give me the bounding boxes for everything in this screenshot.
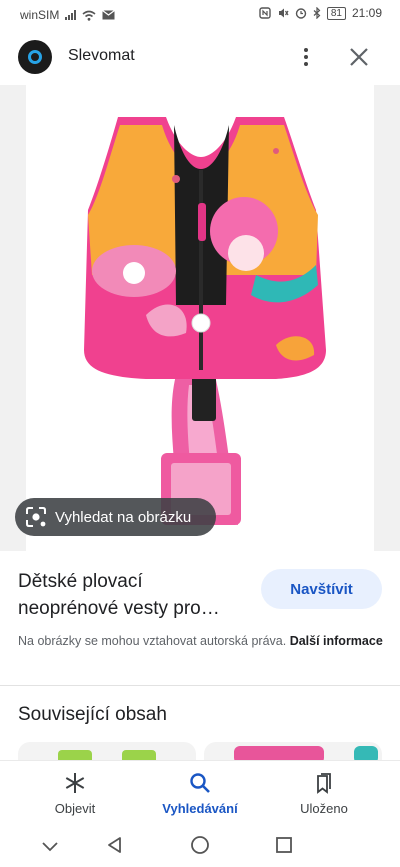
- more-info-link[interactable]: Další informace: [290, 634, 383, 648]
- search-in-image-button[interactable]: Vyhledat na obrázku: [15, 498, 216, 536]
- life-vest-image: [84, 117, 326, 525]
- nav-saved-label: Uloženo: [300, 801, 348, 816]
- lens-icon: [26, 507, 46, 527]
- nav-search[interactable]: Vyhledávání: [140, 771, 260, 816]
- recents-icon[interactable]: [275, 836, 293, 854]
- alarm-icon: [295, 8, 307, 19]
- product-image[interactable]: [26, 85, 374, 551]
- copyright-text: Na obrázky se mohou vztahovat autorská p…: [18, 634, 287, 648]
- app-title: Slevomat: [68, 47, 135, 64]
- result-title-line2: neoprénové vesty pro…: [18, 598, 220, 619]
- result-title[interactable]: Dětské plovací neoprénové vesty pro…: [18, 568, 256, 622]
- search-in-image-label: Vyhledat na obrázku: [55, 508, 192, 526]
- bluetooth-icon: [313, 7, 321, 19]
- bottom-navigation: Objevit Vyhledávání Uloženo: [0, 760, 400, 827]
- divider: [0, 685, 400, 686]
- status-bar: winSIM 81 21:09: [0, 0, 400, 30]
- related-content-heading: Související obsah: [18, 704, 167, 725]
- asterisk-icon: [65, 773, 85, 793]
- battery-indicator: 81: [326, 6, 346, 20]
- more-vert-icon[interactable]: [298, 44, 314, 70]
- mail-icon: [102, 10, 116, 20]
- related-thumbnail[interactable]: [204, 742, 382, 762]
- carrier-label: winSIM: [20, 8, 60, 22]
- mute-icon: [278, 8, 289, 18]
- nav-search-label: Vyhledávání: [162, 801, 238, 816]
- home-icon[interactable]: [190, 835, 210, 855]
- nav-discover[interactable]: Objevit: [15, 771, 135, 816]
- visit-button[interactable]: Navštívit: [261, 569, 382, 609]
- system-navigation: [0, 826, 400, 867]
- nav-saved[interactable]: Uloženo: [264, 771, 384, 816]
- back-icon[interactable]: [105, 835, 125, 855]
- close-icon[interactable]: [346, 44, 372, 70]
- slevomat-logo-icon: [18, 40, 52, 74]
- search-icon: [190, 773, 210, 793]
- image-viewer[interactable]: [0, 85, 400, 551]
- related-thumbnail[interactable]: [18, 742, 196, 762]
- wifi-icon: [82, 10, 96, 21]
- nfc-icon: [259, 7, 271, 19]
- bookmarks-icon: [317, 773, 331, 794]
- app-header: Slevomat: [0, 32, 400, 82]
- collapse-chevron-icon[interactable]: [40, 838, 60, 854]
- result-title-line1: Dětské plovací: [18, 571, 143, 592]
- nav-discover-label: Objevit: [54, 801, 96, 816]
- clock: 21:09: [351, 6, 382, 20]
- copyright-notice: Na obrázky se mohou vztahovat autorská p…: [18, 632, 388, 650]
- signal-icon: [65, 10, 77, 20]
